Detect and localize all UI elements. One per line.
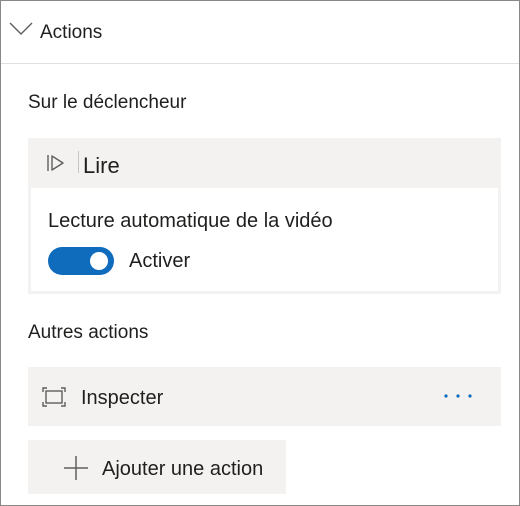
autoplay-toggle[interactable] [48, 247, 114, 275]
inspect-icon [42, 387, 66, 407]
autoplay-toggle-label: Activer [129, 250, 191, 272]
autoplay-option-label: Lecture automatique de la vidéo [48, 210, 333, 232]
section-title: Actions [40, 22, 103, 43]
add-action-button[interactable]: Ajouter une action [28, 440, 286, 494]
plus-icon [62, 454, 90, 482]
inspect-action-label: Inspecter [81, 387, 164, 409]
add-action-label: Ajouter une action [102, 458, 264, 480]
trigger-section-label: Sur le déclencheur [28, 92, 187, 113]
play-icon [46, 153, 66, 173]
chevron-down-icon [9, 21, 33, 37]
actions-panel: Actions Sur le déclencheur Lire Lecture … [0, 0, 520, 506]
trigger-action-label: Lire [83, 153, 120, 178]
trigger-action-card: Lire Lecture automatique de la vidéo Act… [28, 138, 501, 294]
caret-separator [78, 151, 79, 173]
toggle-knob [90, 252, 108, 270]
trigger-action-header[interactable]: Lire [28, 138, 501, 188]
more-options-icon[interactable] [440, 381, 476, 411]
actions-section-header[interactable]: Actions [1, 1, 519, 64]
trigger-action-settings: Lecture automatique de la vidéo Activer [31, 188, 498, 291]
inspect-action-row[interactable]: Inspecter [28, 367, 501, 426]
other-actions-label: Autres actions [28, 322, 149, 343]
